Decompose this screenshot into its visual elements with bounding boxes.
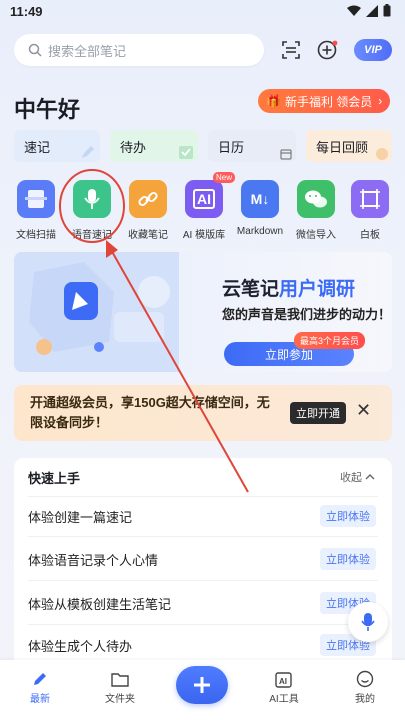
tool-ai-templates[interactable]: AI New AI 模版库 <box>179 172 235 241</box>
quick-card-label: 速记 <box>24 139 51 155</box>
divider <box>28 624 378 625</box>
new-badge: New <box>212 172 235 183</box>
divider <box>28 536 378 537</box>
latest-icon <box>34 673 46 685</box>
nav-label: 最新 <box>30 694 50 705</box>
greeting-title: 中午好 <box>14 97 81 122</box>
pencil-icon <box>82 146 94 158</box>
newbie-promo-button[interactable]: 🎁 新手福利 领会员 › <box>258 89 390 113</box>
floating-mic-button[interactable] <box>348 602 388 642</box>
banner-illustration <box>14 252 179 372</box>
tool-markdown[interactable]: M↓ Markdown <box>235 180 285 237</box>
wechat-icon <box>297 180 335 218</box>
calendar-icon <box>280 149 292 160</box>
tool-label: 文档扫描 <box>16 230 56 241</box>
ai-icon: AI New <box>185 172 235 218</box>
quick-card-calendar[interactable]: 日历 <box>208 130 296 162</box>
collapse-label: 收起 <box>340 472 362 484</box>
guide-item-label: 体验从模板创建生活笔记 <box>28 597 172 612</box>
guide-item-label: 体验语音记录个人心情 <box>28 553 159 568</box>
scan-icon <box>282 41 300 59</box>
ai-tool-icon: AI <box>275 672 292 688</box>
close-icon[interactable]: ✕ <box>356 400 371 421</box>
search-icon <box>28 43 42 57</box>
quick-card-label: 每日回顾 <box>316 139 369 155</box>
nav-label: 文件夹 <box>105 694 135 705</box>
nav-latest[interactable]: 最新 <box>10 668 70 705</box>
quick-start-title: 快速上手 <box>28 471 81 486</box>
tool-label: 收藏笔记 <box>128 230 168 241</box>
banner-title-part1: 云笔记 <box>222 279 280 300</box>
banner-title: 云笔记用户调研 <box>222 274 355 301</box>
mic-icon <box>361 613 375 631</box>
tool-label: Markdown <box>236 226 284 237</box>
add-note-button[interactable] <box>314 37 340 63</box>
link-icon <box>129 180 167 218</box>
review-icon <box>376 148 388 160</box>
nav-profile[interactable]: 我的 <box>335 668 395 705</box>
search-bar[interactable]: 搜索全部笔记 <box>14 34 264 66</box>
tool-voice-memo[interactable]: 语音速记 <box>67 180 117 241</box>
tool-label: 白板 <box>360 230 380 241</box>
profile-icon <box>356 670 374 688</box>
tool-label: 语音速记 <box>72 230 112 241</box>
tool-whiteboard[interactable]: 白板 <box>345 180 395 241</box>
markdown-icon: M↓ <box>241 180 279 218</box>
folder-icon <box>111 673 129 687</box>
tool-wechat-import[interactable]: 微信导入 <box>291 180 341 241</box>
try-now-button[interactable]: 立即体验 <box>320 548 376 570</box>
quick-card-label: 日历 <box>218 139 245 155</box>
nav-label: AI工具 <box>269 694 299 705</box>
banner-badge: 最高3个月会员 <box>294 332 366 349</box>
chevron-right-icon: › <box>378 94 383 108</box>
nav-ai-tools[interactable]: AI AI工具 <box>254 668 314 705</box>
divider <box>28 580 378 581</box>
status-icons <box>347 4 391 17</box>
guide-item-label: 体验创建一篇速记 <box>28 510 133 525</box>
quick-card-daily-review[interactable]: 每日回顾 <box>306 130 392 162</box>
search-placeholder: 搜索全部笔记 <box>48 43 127 59</box>
status-time: 11:49 <box>10 4 43 19</box>
divider <box>28 496 378 497</box>
scan-button[interactable] <box>278 37 304 63</box>
quick-card-todo[interactable]: 待办 <box>110 130 198 162</box>
signal-icon <box>366 4 378 17</box>
guide-item-label: 体验生成个人待办 <box>28 639 133 654</box>
battery-icon <box>383 4 391 17</box>
gift-icon: 🎁 <box>266 94 281 108</box>
scan-icon <box>17 180 55 218</box>
tool-label: 微信导入 <box>296 230 336 241</box>
banner-subtitle: 您的声音是我们进步的动力！ <box>222 307 392 322</box>
whiteboard-icon <box>351 180 389 218</box>
promo-label: 新手福利 领会员 <box>284 94 373 109</box>
member-promo-text: 开通超级会员，享150G超大存储空间，无限设备同步！ <box>30 395 270 430</box>
add-circle-icon <box>317 40 338 60</box>
wifi-icon <box>347 5 361 16</box>
checklist-icon <box>179 146 193 159</box>
nav-label: 我的 <box>355 694 375 705</box>
nav-folder[interactable]: 文件夹 <box>90 668 150 705</box>
tool-label: AI 模版库 <box>182 230 226 241</box>
svg-text:AI: AI <box>279 677 287 686</box>
try-now-button[interactable]: 立即体验 <box>320 505 376 527</box>
mic-icon <box>73 180 111 218</box>
vip-button[interactable]: VIP <box>354 39 392 61</box>
status-bar: 11:49 <box>0 0 405 24</box>
quick-card-memo[interactable]: 速记 <box>14 130 100 162</box>
banner-title-part2: 用户调研 <box>279 279 356 300</box>
tool-document-scan[interactable]: 文档扫描 <box>11 180 61 241</box>
open-membership-button[interactable]: 立即开通 <box>290 402 346 424</box>
collapse-button[interactable]: 收起 <box>340 469 375 485</box>
quick-card-label: 待办 <box>120 139 147 155</box>
plus-icon <box>194 677 210 693</box>
create-note-button[interactable] <box>176 666 228 704</box>
chevron-up-icon <box>365 474 375 480</box>
tool-saved-notes[interactable]: 收藏笔记 <box>123 180 173 241</box>
